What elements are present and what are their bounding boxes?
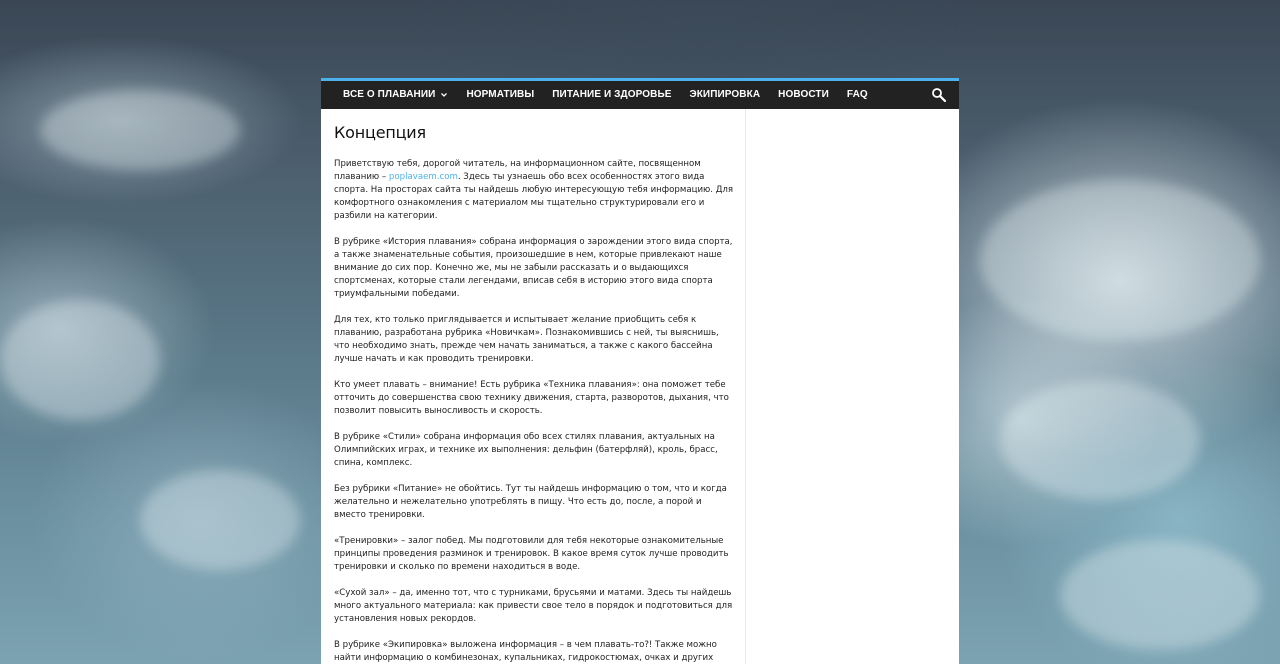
search-icon[interactable]: [931, 87, 947, 103]
background-foam: [40, 90, 240, 170]
site-container: ВСЕ О ПЛАВАНИИ НОРМАТИВЫ ПИТАНИЕ И ЗДОРО…: [321, 78, 959, 664]
nav-item-equipment[interactable]: ЭКИПИРОВКА: [681, 81, 770, 109]
site-link[interactable]: poplavaem.com: [389, 172, 458, 182]
nav-item-nutrition-health[interactable]: ПИТАНИЕ И ЗДОРОВЬЕ: [543, 81, 680, 109]
sidebar: [746, 109, 959, 664]
chevron-down-icon: [441, 93, 448, 97]
content-wrap: Концепция Приветствую тебя, дорогой чита…: [321, 109, 959, 664]
background-foam: [1000, 380, 1200, 500]
main-navbar: ВСЕ О ПЛАВАНИИ НОРМАТИВЫ ПИТАНИЕ И ЗДОРО…: [321, 78, 959, 109]
nav-item-faq[interactable]: FAQ: [838, 81, 877, 109]
background-foam: [980, 180, 1260, 340]
article-paragraph: В рубрике «История плавания» собрана инф…: [334, 237, 733, 299]
article-paragraph: «Сухой зал» – да, именно тот, что с турн…: [334, 588, 733, 624]
nav-item-all-about-swimming[interactable]: ВСЕ О ПЛАВАНИИ: [321, 81, 457, 109]
article-paragraph: Приветствую тебя, дорогой читатель, на и…: [334, 158, 734, 223]
nav-item-label: ВСЕ О ПЛАВАНИИ: [343, 89, 436, 100]
article-paragraph: Без рубрики «Питание» не обойтись. Тут т…: [334, 484, 727, 520]
article-paragraph: В рубрике «Экипировка» выложена информац…: [334, 640, 717, 663]
nav-item-label: ЭКИПИРОВКА: [689, 89, 761, 100]
article-paragraph: «Тренировки» – залог побед. Мы подготови…: [334, 536, 729, 572]
nav-item-label: НОРМАТИВЫ: [466, 89, 535, 100]
main-content: Концепция Приветствую тебя, дорогой чита…: [321, 109, 746, 664]
nav-item-news[interactable]: НОВОСТИ: [769, 81, 838, 109]
nav-item-label: НОВОСТИ: [778, 89, 829, 100]
page-title: Концепция: [334, 123, 426, 142]
background-foam: [0, 300, 160, 420]
article-paragraph: Для тех, кто только приглядывается и исп…: [334, 315, 719, 364]
nav-item-label: ПИТАНИЕ И ЗДОРОВЬЕ: [552, 89, 672, 100]
article-paragraph: Кто умеет плавать – внимание! Есть рубри…: [334, 380, 729, 416]
background-foam: [1060, 540, 1260, 650]
nav-item-standards[interactable]: НОРМАТИВЫ: [457, 81, 543, 109]
article-paragraph: В рубрике «Стили» собрана информация обо…: [334, 432, 718, 468]
background-foam: [140, 470, 300, 570]
nav-item-label: FAQ: [846, 89, 868, 100]
